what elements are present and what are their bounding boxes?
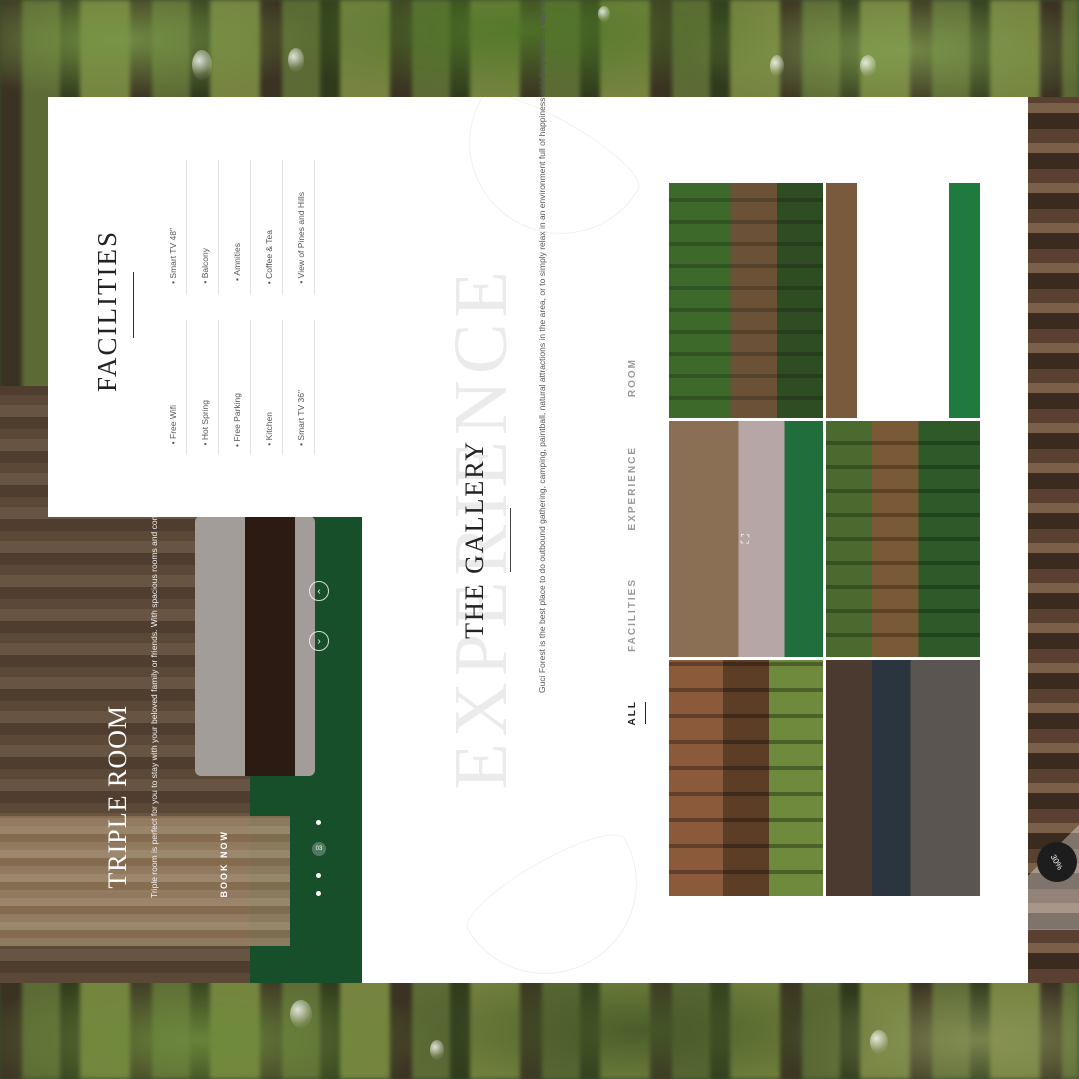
chevron-down-icon: › bbox=[317, 635, 321, 647]
rain-drop bbox=[770, 55, 784, 77]
chevron-up-icon: ‹ bbox=[317, 585, 321, 597]
active-filter-underline bbox=[645, 702, 646, 724]
filter-facilities[interactable]: FACILITIES bbox=[627, 578, 638, 652]
facilities-column-divider bbox=[314, 320, 315, 455]
slider-dot-active[interactable]: 03 bbox=[312, 842, 326, 856]
filter-all[interactable]: ALL bbox=[627, 700, 638, 725]
facilities-column-divider bbox=[282, 320, 283, 455]
rain-drop bbox=[860, 55, 876, 77]
expand-icon[interactable]: ⛶ bbox=[739, 533, 751, 545]
facility-item: • Hot Spring bbox=[200, 400, 210, 446]
facilities-column-divider bbox=[250, 320, 251, 455]
rain-drop bbox=[192, 50, 212, 80]
gallery-image[interactable] bbox=[826, 183, 980, 418]
facilities-column-divider bbox=[218, 320, 219, 455]
facilities-column-divider bbox=[186, 320, 187, 455]
facility-item: • Amnities bbox=[232, 243, 242, 281]
gallery-image[interactable] bbox=[669, 183, 823, 418]
slide-index: 03 bbox=[315, 846, 323, 852]
gallery-image[interactable] bbox=[669, 660, 823, 896]
facility-item: • Free Wifi bbox=[168, 405, 178, 445]
slider-next-button[interactable]: › bbox=[309, 631, 329, 651]
gallery-divider bbox=[510, 508, 511, 572]
facilities-column-divider bbox=[314, 160, 315, 295]
filter-experience[interactable]: EXPERIENCE bbox=[627, 446, 638, 530]
facility-item: • Free Parking bbox=[232, 393, 242, 448]
slider-prev-button[interactable]: ‹ bbox=[309, 581, 329, 601]
facilities-column-divider bbox=[186, 160, 187, 295]
room-title: TRIPLE ROOM bbox=[103, 705, 132, 889]
facilities-column-divider bbox=[282, 160, 283, 295]
facilities-column-divider bbox=[250, 160, 251, 295]
gallery-title: THE GALLERY bbox=[460, 440, 489, 639]
facilities-divider bbox=[133, 272, 134, 338]
rain-drop bbox=[430, 1040, 444, 1060]
facility-item: • Coffee & Tea bbox=[264, 230, 274, 285]
slider-dot[interactable] bbox=[316, 820, 321, 825]
rain-drop bbox=[288, 48, 304, 72]
rain-drop bbox=[598, 6, 610, 22]
facilities-column-divider bbox=[218, 160, 219, 295]
slider-dot[interactable] bbox=[316, 891, 321, 896]
facilities-title: FACILITIES bbox=[92, 230, 122, 392]
gallery-description: Guci Forest is the best place to do outb… bbox=[537, 0, 547, 693]
gallery-image[interactable] bbox=[826, 660, 980, 896]
rain-drop bbox=[290, 1000, 312, 1028]
gallery-image[interactable] bbox=[826, 421, 980, 657]
facility-item: • Balcony bbox=[200, 248, 210, 284]
book-now-button[interactable]: BOOK NOW bbox=[219, 830, 229, 898]
fern-decoration bbox=[456, 819, 670, 983]
rain-drop bbox=[870, 1030, 888, 1054]
filter-room[interactable]: ROOM bbox=[627, 358, 638, 397]
facility-item: • View of Pines and Hills bbox=[296, 192, 306, 284]
room-description: Triple room is perfect for you to stay w… bbox=[149, 279, 159, 898]
facility-item: • Smart TV 48" bbox=[168, 228, 178, 284]
facility-item: • Kitchen bbox=[264, 412, 274, 446]
slider-dot[interactable] bbox=[316, 873, 321, 878]
facility-item: • Smart TV 36" bbox=[296, 390, 306, 446]
